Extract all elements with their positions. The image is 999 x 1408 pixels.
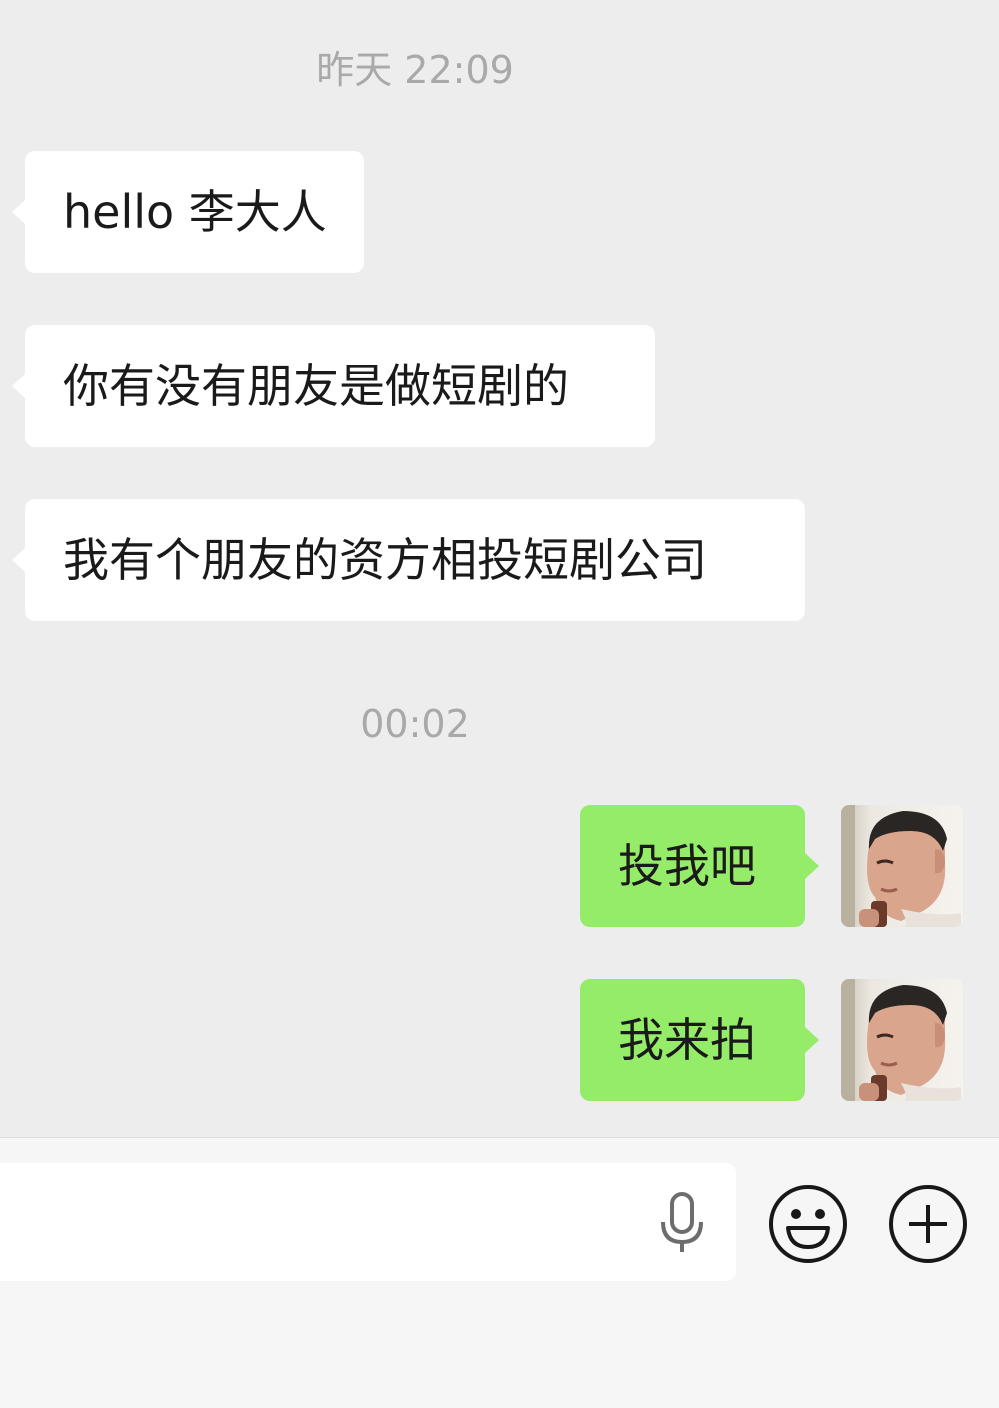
user-avatar-photo (841, 979, 963, 1101)
incoming-message-bubble[interactable]: 我有个朋友的资方相投短剧公司 (12, 499, 805, 621)
avatar[interactable] (841, 805, 963, 927)
user-avatar-photo (841, 805, 963, 927)
input-bar (0, 1137, 999, 1408)
timestamp: 昨天 22:09 (316, 48, 514, 92)
plus-circle-icon[interactable] (887, 1183, 969, 1265)
outgoing-message-bubble[interactable]: 投我吧 (580, 805, 819, 927)
message-text: hello 李大人 (63, 185, 327, 239)
outgoing-message-bubble[interactable]: 我来拍 (580, 979, 819, 1101)
microphone-icon[interactable] (655, 1190, 709, 1256)
message-text: 投我吧 (618, 839, 756, 893)
timestamp: 00:02 (360, 702, 470, 746)
message-input[interactable] (0, 1163, 736, 1281)
incoming-message-bubble[interactable]: hello 李大人 (12, 151, 364, 273)
message-text: 我有个朋友的资方相投短剧公司 (63, 533, 707, 587)
message-text: 你有没有朋友是做短剧的 (63, 359, 569, 413)
chat-message-area[interactable]: 昨天 22:09 hello 李大人 你有没有朋友是做短剧的 我有个朋友的资方相… (0, 0, 999, 1137)
incoming-message-bubble[interactable]: 你有没有朋友是做短剧的 (12, 325, 655, 447)
emoji-smile-icon[interactable] (767, 1183, 849, 1265)
avatar[interactable] (841, 979, 963, 1101)
message-text: 我来拍 (618, 1013, 756, 1067)
